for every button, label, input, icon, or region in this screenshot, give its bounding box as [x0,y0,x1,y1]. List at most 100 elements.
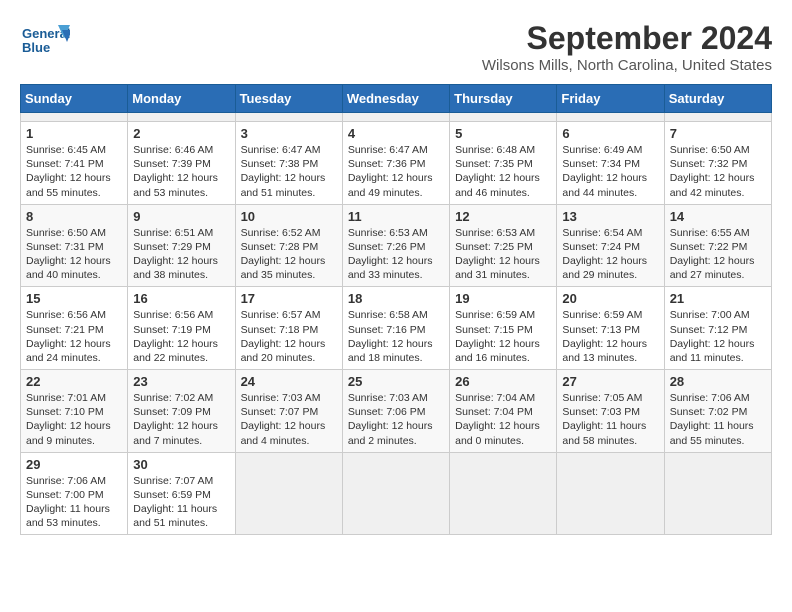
cell-info: Sunrise: 7:05 AM Sunset: 7:03 PM Dayligh… [562,391,658,448]
calendar-cell: 24 Sunrise: 7:03 AM Sunset: 7:07 PM Dayli… [235,370,342,453]
day-number: 22 [26,374,122,389]
cell-info: Sunrise: 6:59 AM Sunset: 7:15 PM Dayligh… [455,308,551,365]
calendar-cell [128,113,235,122]
cell-info: Sunrise: 6:55 AM Sunset: 7:22 PM Dayligh… [670,226,766,283]
calendar-cell: 5Sunrise: 6:48 AM Sunset: 7:35 PM Daylig… [450,122,557,205]
calendar-cell: 9Sunrise: 6:51 AM Sunset: 7:29 PM Daylig… [128,204,235,287]
day-number: 25 [348,374,444,389]
calendar-week-row: 22 Sunrise: 7:01 AM Sunset: 7:10 PM Dayli… [21,370,772,453]
calendar-cell: 27Sunrise: 7:05 AM Sunset: 7:03 PM Dayli… [557,370,664,453]
calendar-week-row: 29 Sunrise: 7:06 AM Sunset: 7:00 PM Dayli… [21,452,772,535]
day-number: 29 [26,457,122,472]
day-number: 26 [455,374,551,389]
calendar-cell: 21Sunrise: 7:00 AM Sunset: 7:12 PM Dayli… [664,287,771,370]
calendar-cell: 13 Sunrise: 6:54 AM Sunset: 7:24 PM Dayli… [557,204,664,287]
calendar-cell [235,113,342,122]
calendar-cell: 26 Sunrise: 7:04 AM Sunset: 7:04 PM Dayli… [450,370,557,453]
day-number: 1 [26,126,122,141]
calendar-table: SundayMondayTuesdayWednesdayThursdayFrid… [20,84,772,535]
calendar-cell: 7 Sunrise: 6:50 AM Sunset: 7:32 PM Daylig… [664,122,771,205]
day-number: 10 [241,209,337,224]
header-saturday: Saturday [664,85,771,113]
calendar-cell: 30Sunrise: 7:07 AM Sunset: 6:59 PM Dayli… [128,452,235,535]
calendar-cell: 15Sunrise: 6:56 AM Sunset: 7:21 PM Dayli… [21,287,128,370]
header-sunday: Sunday [21,85,128,113]
cell-info: Sunrise: 6:52 AM Sunset: 7:28 PM Dayligh… [241,226,337,283]
day-number: 14 [670,209,766,224]
calendar-cell: 3 Sunrise: 6:47 AM Sunset: 7:38 PM Daylig… [235,122,342,205]
cell-info: Sunrise: 6:46 AM Sunset: 7:39 PM Dayligh… [133,143,229,200]
logo-icon: General Blue [20,20,70,60]
calendar-cell: 29 Sunrise: 7:06 AM Sunset: 7:00 PM Dayli… [21,452,128,535]
calendar-cell: 6Sunrise: 6:49 AM Sunset: 7:34 PM Daylig… [557,122,664,205]
day-number: 7 [670,126,766,141]
cell-info: Sunrise: 7:02 AM Sunset: 7:09 PM Dayligh… [133,391,229,448]
calendar-cell [342,113,449,122]
calendar-week-row: 15Sunrise: 6:56 AM Sunset: 7:21 PM Dayli… [21,287,772,370]
day-number: 17 [241,291,337,306]
header-tuesday: Tuesday [235,85,342,113]
day-number: 3 [241,126,337,141]
calendar-cell [557,452,664,535]
cell-info: Sunrise: 6:45 AM Sunset: 7:41 PM Dayligh… [26,143,122,200]
cell-info: Sunrise: 6:50 AM Sunset: 7:31 PM Dayligh… [26,226,122,283]
calendar-cell: 4Sunrise: 6:47 AM Sunset: 7:36 PM Daylig… [342,122,449,205]
header-thursday: Thursday [450,85,557,113]
cell-info: Sunrise: 7:04 AM Sunset: 7:04 PM Dayligh… [455,391,551,448]
calendar-cell: 10 Sunrise: 6:52 AM Sunset: 7:28 PM Dayli… [235,204,342,287]
title-area: September 2024 Wilsons Mills, North Caro… [482,20,772,74]
cell-info: Sunrise: 7:01 AM Sunset: 7:10 PM Dayligh… [26,391,122,448]
calendar-cell [664,452,771,535]
cell-info: Sunrise: 6:50 AM Sunset: 7:32 PM Dayligh… [670,143,766,200]
day-number: 8 [26,209,122,224]
day-number: 4 [348,126,444,141]
calendar-cell: 17 Sunrise: 6:57 AM Sunset: 7:18 PM Dayli… [235,287,342,370]
cell-info: Sunrise: 6:49 AM Sunset: 7:34 PM Dayligh… [562,143,658,200]
calendar-cell: 1 Sunrise: 6:45 AM Sunset: 7:41 PM Daylig… [21,122,128,205]
calendar-cell: 18 Sunrise: 6:58 AM Sunset: 7:16 PM Dayli… [342,287,449,370]
subtitle: Wilsons Mills, North Carolina, United St… [482,57,772,74]
calendar-cell: 19 Sunrise: 6:59 AM Sunset: 7:15 PM Dayli… [450,287,557,370]
calendar-cell: 8 Sunrise: 6:50 AM Sunset: 7:31 PM Daylig… [21,204,128,287]
day-number: 18 [348,291,444,306]
day-number: 11 [348,209,444,224]
cell-info: Sunrise: 6:53 AM Sunset: 7:25 PM Dayligh… [455,226,551,283]
calendar-cell [450,452,557,535]
day-number: 24 [241,374,337,389]
day-number: 23 [133,374,229,389]
calendar-cell [450,113,557,122]
cell-info: Sunrise: 6:57 AM Sunset: 7:18 PM Dayligh… [241,308,337,365]
cell-info: Sunrise: 6:47 AM Sunset: 7:38 PM Dayligh… [241,143,337,200]
cell-info: Sunrise: 6:58 AM Sunset: 7:16 PM Dayligh… [348,308,444,365]
day-number: 15 [26,291,122,306]
calendar-cell: 22 Sunrise: 7:01 AM Sunset: 7:10 PM Dayli… [21,370,128,453]
header-monday: Monday [128,85,235,113]
cell-info: Sunrise: 6:56 AM Sunset: 7:19 PM Dayligh… [133,308,229,365]
calendar-week-row [21,113,772,122]
day-number: 16 [133,291,229,306]
calendar-cell [235,452,342,535]
header-wednesday: Wednesday [342,85,449,113]
calendar-cell: 14 Sunrise: 6:55 AM Sunset: 7:22 PM Dayli… [664,204,771,287]
calendar-cell: 20Sunrise: 6:59 AM Sunset: 7:13 PM Dayli… [557,287,664,370]
main-title: September 2024 [482,20,772,57]
svg-text:Blue: Blue [22,40,50,55]
calendar-header-row: SundayMondayTuesdayWednesdayThursdayFrid… [21,85,772,113]
cell-info: Sunrise: 6:54 AM Sunset: 7:24 PM Dayligh… [562,226,658,283]
calendar-cell: 12 Sunrise: 6:53 AM Sunset: 7:25 PM Dayli… [450,204,557,287]
cell-info: Sunrise: 6:48 AM Sunset: 7:35 PM Dayligh… [455,143,551,200]
cell-info: Sunrise: 6:59 AM Sunset: 7:13 PM Dayligh… [562,308,658,365]
day-number: 2 [133,126,229,141]
day-number: 12 [455,209,551,224]
day-number: 19 [455,291,551,306]
cell-info: Sunrise: 7:06 AM Sunset: 7:02 PM Dayligh… [670,391,766,448]
calendar-cell: 2 Sunrise: 6:46 AM Sunset: 7:39 PM Daylig… [128,122,235,205]
cell-info: Sunrise: 7:03 AM Sunset: 7:06 PM Dayligh… [348,391,444,448]
calendar-cell: 11Sunrise: 6:53 AM Sunset: 7:26 PM Dayli… [342,204,449,287]
cell-info: Sunrise: 7:06 AM Sunset: 7:00 PM Dayligh… [26,474,122,531]
day-number: 13 [562,209,658,224]
calendar-cell [664,113,771,122]
header: General Blue September 2024 Wilsons Mill… [20,20,772,74]
cell-info: Sunrise: 7:03 AM Sunset: 7:07 PM Dayligh… [241,391,337,448]
cell-info: Sunrise: 6:51 AM Sunset: 7:29 PM Dayligh… [133,226,229,283]
